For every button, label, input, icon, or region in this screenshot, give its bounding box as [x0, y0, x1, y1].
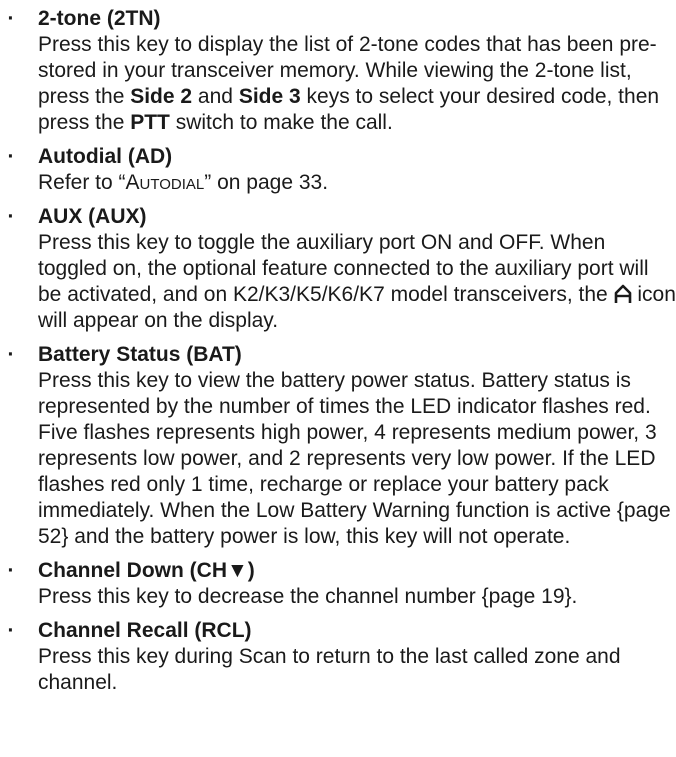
description-text: and [192, 85, 239, 108]
bullet: · [7, 343, 15, 366]
entry-heading: Autodial (AD) [38, 145, 173, 168]
bullet: · [7, 145, 15, 168]
description-text: Press this key to toggle the auxiliary p… [38, 231, 649, 306]
entry-description: Press this key to display the list of 2-… [38, 32, 676, 136]
entry-2-tone: · 2-tone (2TN) Press this key to display… [0, 6, 676, 136]
entry-channel-down: · Channel Down (CH▼) Press this key to d… [0, 558, 676, 610]
entry-description: Refer to “Autodial” on page 33. [38, 170, 676, 196]
entry-heading: 2-tone (2TN) [38, 7, 161, 30]
bullet: · [7, 205, 15, 228]
key-name-ptt: PTT [130, 111, 170, 134]
section-reference: Autodial [125, 171, 205, 194]
description-text: ” on page 33. [204, 171, 329, 194]
bullet: · [7, 559, 15, 582]
entry-channel-recall: · Channel Recall (RCL) Press this key du… [0, 618, 676, 696]
entry-autodial: · Autodial (AD) Refer to “Autodial” on p… [0, 144, 676, 196]
entry-aux: · AUX (AUX) Press this key to toggle the… [0, 204, 676, 334]
entry-heading: Channel Recall (RCL) [38, 619, 252, 642]
description-text: switch to make the call. [169, 111, 393, 134]
entry-description: Press this key to toggle the auxiliary p… [38, 230, 676, 334]
key-name-side-3: Side 3 [238, 85, 301, 108]
bullet: · [7, 619, 15, 642]
entry-heading: AUX (AUX) [38, 205, 147, 228]
entry-heading: Battery Status (BAT) [38, 343, 242, 366]
entry-heading: Channel Down (CH▼) [38, 559, 255, 582]
entry-description: Press this key during Scan to return to … [38, 645, 621, 694]
manual-page: · 2-tone (2TN) Press this key to display… [0, 0, 676, 696]
key-name-side-2: Side 2 [130, 85, 193, 108]
entry-battery-status: · Battery Status (BAT) Press this key to… [0, 342, 676, 550]
bullet: · [7, 7, 15, 30]
entry-description: Press this key to decrease the channel n… [38, 585, 578, 608]
aux-display-icon [614, 284, 631, 303]
description-text: Refer to “ [38, 171, 126, 194]
entry-description: Press this key to view the battery power… [38, 369, 671, 548]
